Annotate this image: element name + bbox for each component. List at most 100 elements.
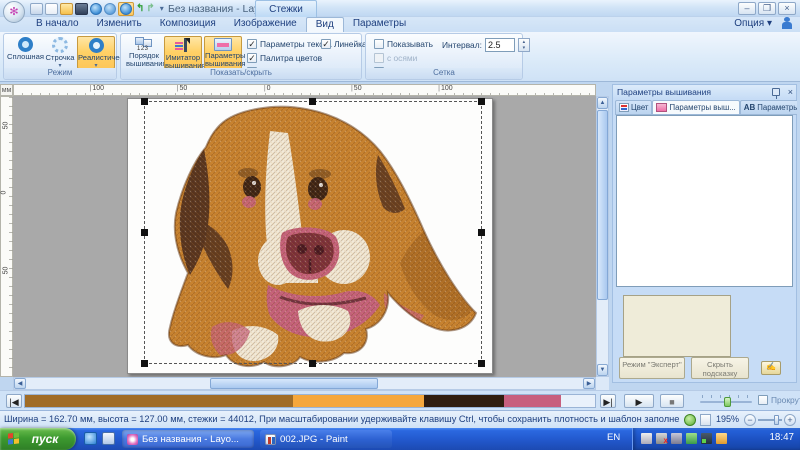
expert-mode-button[interactable]: Режим "Эксперт" [619, 357, 685, 379]
desktop-icon[interactable] [102, 432, 115, 445]
stitch-order-button[interactable]: 123 Порядок вышивания [126, 36, 162, 69]
zoom-in-icon[interactable]: + [784, 414, 796, 426]
artboard[interactable] [127, 98, 493, 374]
tab-image[interactable]: Изображение [225, 17, 306, 32]
selection-handle-se[interactable] [478, 360, 485, 367]
solid-mode-button[interactable]: Сплошная [7, 36, 43, 69]
save-icon[interactable] [75, 3, 88, 15]
selection-handle-w[interactable] [141, 229, 148, 236]
go-to-end-button[interactable]: ▶| [600, 394, 616, 408]
redo-icon[interactable]: ↱ [146, 3, 154, 15]
checkbox[interactable]: ✓ [247, 39, 257, 49]
selection-handle-e[interactable] [478, 229, 485, 236]
browser-icon[interactable] [84, 432, 97, 445]
embroidery-params-button[interactable]: Параметры вышивания [204, 36, 242, 69]
tab-composition[interactable]: Композиция [151, 17, 225, 32]
hide-hint-button[interactable]: Скрыть подсказку [691, 357, 749, 379]
panel-tab-text-params[interactable]: AB Параметры текста [740, 100, 800, 115]
zoom-out-icon[interactable]: − [744, 414, 756, 426]
thread-color-progress-bar[interactable] [24, 394, 596, 408]
horizontal-scroll-thumb[interactable] [210, 378, 378, 389]
stitch-view-active-icon[interactable] [118, 2, 134, 16]
panel-tab-embroidery-params[interactable]: Параметры выш... [652, 100, 739, 115]
checkbox-ruler[interactable]: ✓ Линейка [321, 39, 367, 49]
checkbox-text-params[interactable]: ✓ Параметры текста [247, 39, 332, 49]
realistic-mode-button[interactable]: Реалистическое ▾ [77, 36, 115, 69]
tab-home[interactable]: В начало [27, 17, 88, 32]
selection-handle-sw[interactable] [141, 360, 148, 367]
restore-button[interactable]: ❐ [758, 2, 776, 15]
taskbar-task-layout[interactable]: Без названия - Layo... [122, 430, 254, 448]
tray-icon-network-off[interactable]: x [656, 433, 667, 444]
tray-icon-gray[interactable] [671, 433, 682, 444]
stop-button[interactable]: ■ [660, 394, 684, 408]
selection-handle-ne[interactable] [478, 98, 485, 105]
scroll-right-icon[interactable]: ▶ [583, 378, 595, 389]
interval-spinner[interactable]: ▴▾ [518, 38, 530, 52]
zoom-slider[interactable]: − + [744, 414, 796, 426]
tray-icon-orange[interactable] [716, 433, 727, 444]
context-tab-group[interactable]: Стежки [255, 0, 317, 17]
zoom-slider-thumb[interactable] [774, 415, 779, 425]
checkbox[interactable]: ✓ [374, 53, 384, 63]
horizontal-scrollbar[interactable]: ◀ ▶ [13, 377, 596, 390]
taskbar-task-paint[interactable]: 002.JPG - Paint [260, 430, 392, 448]
window-icon[interactable] [30, 3, 43, 15]
go-to-start-button[interactable]: |◀ [6, 394, 22, 408]
open-folder-icon[interactable] [60, 3, 73, 15]
tray-icon-green[interactable] [686, 433, 697, 444]
checkbox[interactable]: ✓ [321, 39, 331, 49]
canvas[interactable] [13, 96, 596, 377]
help-hand-icon[interactable]: ✍ [761, 361, 781, 375]
stitch-simulator-button[interactable]: Имитатор вышивания [164, 36, 202, 69]
folder-icon [214, 38, 232, 51]
language-indicator[interactable]: EN [607, 432, 620, 443]
undo-icon[interactable]: ↰ [136, 3, 144, 15]
scroll-up-icon[interactable]: ▲ [597, 97, 608, 109]
vertical-scroll-thumb[interactable] [597, 110, 608, 300]
checkbox-color-palette[interactable]: ✓ Палитра цветов [247, 53, 322, 63]
scroll-left-icon[interactable]: ◀ [14, 378, 26, 389]
tab-view[interactable]: Вид [306, 17, 344, 32]
stitch-view-2-icon[interactable] [104, 3, 116, 15]
start-button[interactable]: пуск [0, 428, 76, 450]
user-icon[interactable] [782, 17, 792, 29]
play-button[interactable]: ▶ [624, 394, 654, 408]
status-page-icon[interactable] [700, 414, 711, 426]
interval-input[interactable]: 2.5 [485, 38, 515, 52]
speed-slider[interactable] [700, 395, 752, 407]
group-grid: ✓ Показывать ✓ с осями ✓ Привязка к сетк… [365, 33, 523, 80]
selection-handle-nw[interactable] [141, 98, 148, 105]
close-button[interactable]: × [778, 2, 796, 15]
new-document-icon[interactable] [45, 3, 58, 15]
minimize-button[interactable]: – [738, 2, 756, 15]
tab-parameters[interactable]: Параметры [344, 17, 415, 32]
option-menu[interactable]: Опция ▾ [734, 18, 772, 29]
pin-icon[interactable] [772, 88, 780, 96]
selection-handle-s[interactable] [309, 360, 316, 367]
checkbox-show-grid[interactable]: ✓ Показывать [374, 39, 433, 49]
checkbox[interactable]: ✓ [758, 395, 768, 405]
app-logo-icon[interactable]: ✻ [3, 1, 25, 23]
checkbox[interactable]: ✓ [247, 53, 257, 63]
tray-icon-notebook[interactable] [701, 433, 712, 444]
tab-edit[interactable]: Изменить [88, 17, 151, 32]
panel-close-icon[interactable]: × [788, 87, 793, 97]
customize-toolbar-icon[interactable]: ▾ [160, 4, 164, 13]
panel-content-area[interactable] [616, 115, 793, 287]
zoom-level: 195% [716, 414, 739, 424]
vertical-scrollbar[interactable]: ▲ ▼ [596, 96, 609, 377]
panel-title: Параметры вышивания [613, 85, 796, 99]
panel-tab-color[interactable]: Цвет [615, 100, 652, 115]
checkbox[interactable]: ✓ [374, 39, 384, 49]
selection-handle-n[interactable] [309, 98, 316, 105]
stitch-mode-button[interactable]: Строчка ▾ [44, 36, 76, 69]
tray-icon-cursor[interactable] [641, 433, 652, 444]
selection-rectangle[interactable] [144, 101, 482, 364]
checkbox-with-axes[interactable]: ✓ с осями [374, 53, 417, 63]
slider-thumb[interactable] [724, 397, 731, 407]
status-green-icon[interactable] [684, 414, 696, 426]
scroll-checkbox-row[interactable]: ✓ Прокрутка [758, 395, 800, 405]
stitch-view-1-icon[interactable] [90, 3, 102, 15]
scroll-down-icon[interactable]: ▼ [597, 364, 608, 376]
